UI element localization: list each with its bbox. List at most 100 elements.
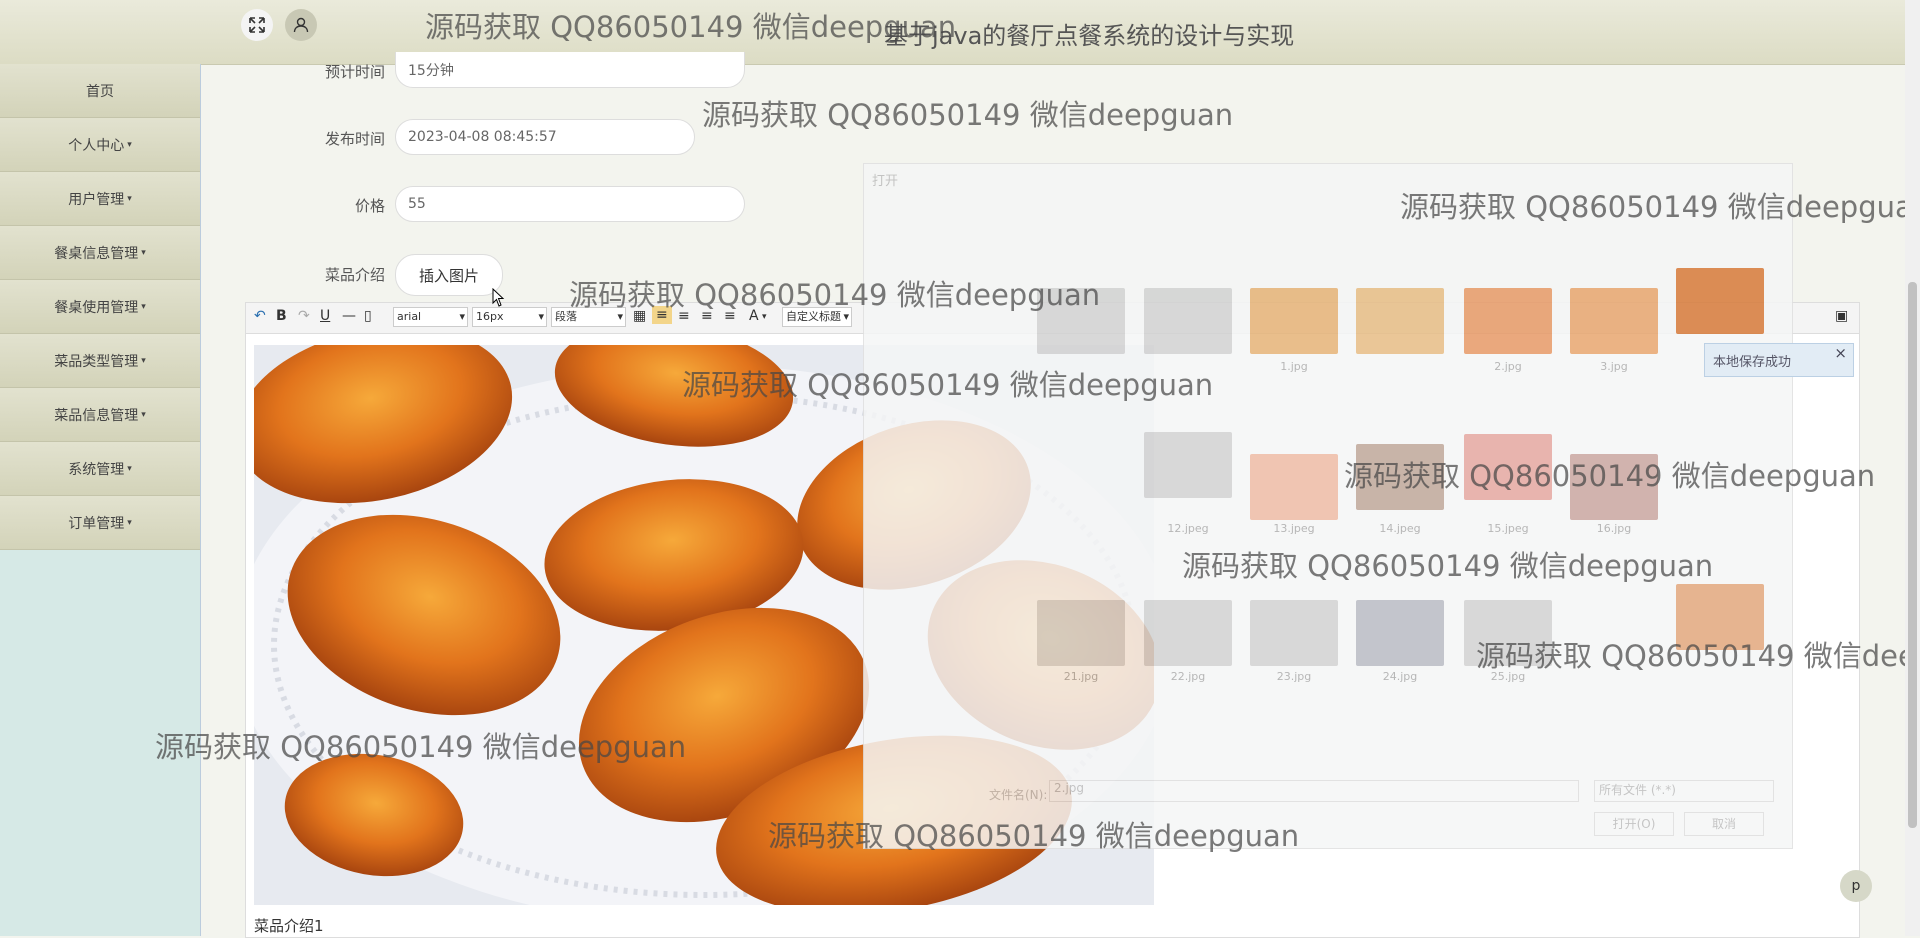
redo-icon[interactable]: ↷ (298, 308, 310, 324)
chevron-down-icon: ▾ (538, 310, 544, 323)
sidebar-item-personal-center[interactable]: 个人中心 ▾ (0, 118, 200, 172)
sidebar-item-label: 菜品信息管理 (54, 407, 139, 424)
intro-label: 菜品介绍 (324, 266, 385, 284)
file-name: 24.jpg (1382, 670, 1418, 683)
align-left-icon[interactable]: ≡ (652, 306, 672, 324)
chevron-down-icon: ▾ (617, 310, 623, 323)
sidebar-item-home[interactable]: 首页 (0, 64, 200, 118)
caret-down-icon: ▾ (141, 355, 146, 366)
table-icon[interactable]: ▦ (633, 308, 646, 324)
horizontal-rule-icon[interactable]: — (342, 308, 356, 324)
file-thumbnail[interactable] (1356, 600, 1444, 666)
bold-icon[interactable]: B (276, 308, 287, 324)
file-thumbnail[interactable] (1676, 268, 1764, 334)
file-name: 3.jpg (1600, 360, 1628, 373)
sidebar-item-label: 系统管理 (68, 461, 125, 478)
file-thumbnail[interactable] (1356, 444, 1444, 510)
caret-down-icon: ▾ (127, 517, 132, 528)
chevron-down-icon: ▾ (459, 310, 465, 323)
filetype-select[interactable]: 所有文件 (*.*) (1594, 780, 1774, 802)
filename-label: 文件名(N): (989, 788, 1048, 802)
sidebar-item-dish-type[interactable]: 菜品类型管理 ▾ (0, 334, 200, 388)
price-label: 价格 (354, 197, 385, 215)
sidebar-item-orders[interactable]: 订单管理 ▾ (0, 496, 200, 550)
expand-icon[interactable] (241, 9, 273, 41)
custom-heading-select[interactable]: 自定义标题 ▾ (782, 307, 852, 327)
file-name: 25.jpg (1490, 670, 1526, 683)
font-size-value: 16px (476, 310, 504, 323)
file-name: 22.jpg (1170, 670, 1206, 683)
filename-input[interactable]: 2.jpg (1049, 780, 1579, 802)
sidebar-item-table-usage[interactable]: 餐桌使用管理 ▾ (0, 280, 200, 334)
file-thumbnail[interactable] (1250, 454, 1338, 520)
file-thumbnail[interactable] (1144, 600, 1232, 666)
estimated-time-input[interactable]: 15分钟 (395, 52, 745, 88)
user-icon[interactable] (285, 9, 317, 41)
back-to-top-button[interactable]: p (1840, 870, 1872, 902)
file-thumbnail[interactable] (1037, 600, 1125, 666)
undo-icon[interactable]: ↶ (254, 308, 266, 324)
font-family-value: arial (397, 310, 422, 323)
document-icon[interactable]: ▯ (364, 308, 372, 324)
open-button[interactable]: 打开(O) (1594, 812, 1674, 836)
file-thumbnail[interactable] (1464, 288, 1552, 354)
app-title: 基于java的餐厅点餐系统的设计与实现 (884, 22, 1295, 50)
file-thumbnail[interactable] (1356, 288, 1444, 354)
underline-icon[interactable]: U (320, 308, 330, 324)
file-name: 13.jpeg (1273, 522, 1315, 535)
paragraph-value: 段落 (555, 310, 577, 323)
justify-icon[interactable]: ≡ (724, 308, 736, 324)
top-bar: 基于java的餐厅点餐系统的设计与实现 (0, 0, 1905, 65)
chevron-down-icon: ▾ (843, 310, 849, 323)
align-center-icon[interactable]: ≡ (678, 308, 690, 324)
file-thumbnail[interactable] (1250, 288, 1338, 354)
sidebar-item-label: 用户管理 (68, 191, 125, 208)
sidebar-item-dish-info[interactable]: 菜品信息管理 ▾ (0, 388, 200, 442)
file-thumbnail[interactable] (1250, 600, 1338, 666)
sidebar-item-table-info[interactable]: 餐桌信息管理 ▾ (0, 226, 200, 280)
file-thumbnail[interactable] (1570, 288, 1658, 354)
file-thumbnail[interactable] (1570, 454, 1658, 520)
mouse-cursor-icon (492, 288, 505, 307)
scrollbar-thumb[interactable] (1908, 282, 1917, 828)
insert-image-button[interactable]: 插入图片 (395, 254, 503, 296)
font-family-select[interactable]: arial ▾ (393, 307, 468, 327)
align-right-icon[interactable]: ≡ (701, 308, 713, 324)
file-thumbnail[interactable] (1464, 434, 1552, 500)
file-thumbnail[interactable] (1144, 432, 1232, 498)
font-color-icon[interactable]: A (749, 308, 759, 324)
caret-down-icon: ▾ (141, 409, 146, 420)
dialog-title: 打开 (872, 174, 899, 189)
sidebar-item-system[interactable]: 系统管理 ▾ (0, 442, 200, 496)
caret-down-icon: ▾ (127, 139, 132, 150)
sidebar-item-user-management[interactable]: 用户管理 ▾ (0, 172, 200, 226)
sidebar: 首页 个人中心 ▾ 用户管理 ▾ 餐桌信息管理 ▾ 餐桌使用管理 ▾ 菜品类型管理 ▾ 菜… (0, 64, 201, 936)
file-thumbnail[interactable] (1464, 600, 1552, 666)
editor-caption: 菜品介绍1 (254, 917, 324, 935)
sidebar-item-label: 菜品类型管理 (54, 353, 139, 370)
close-icon[interactable]: × (1834, 344, 1847, 362)
file-name: 14.jpeg (1379, 522, 1421, 535)
caret-down-icon: ▾ (141, 301, 146, 312)
file-name: 21.jpg (1063, 670, 1099, 683)
sidebar-item-label: 个人中心 (68, 137, 125, 154)
cancel-button[interactable]: 取消 (1684, 812, 1764, 836)
fullscreen-icon[interactable]: ▣ (1835, 308, 1848, 324)
sidebar-item-label: 首页 (86, 83, 114, 100)
file-name: 15.jpeg (1487, 522, 1529, 535)
chevron-down-icon[interactable]: ▾ (762, 312, 767, 322)
publish-time-label: 发布时间 (324, 130, 385, 148)
file-thumbnail[interactable] (1676, 584, 1764, 650)
file-thumbnail[interactable] (1037, 288, 1125, 354)
file-name: 16.jpg (1596, 522, 1632, 535)
page-scrollbar[interactable] (1905, 0, 1920, 936)
price-input[interactable]: 55 (395, 186, 745, 222)
sidebar-item-label: 餐桌使用管理 (54, 299, 139, 316)
font-size-select[interactable]: 16px ▾ (472, 307, 547, 327)
publish-time-input[interactable]: 2023-04-08 08:45:57 (395, 119, 695, 155)
file-thumbnail[interactable] (1144, 288, 1232, 354)
file-name: 12.jpeg (1167, 522, 1209, 535)
sidebar-item-label: 餐桌信息管理 (54, 245, 139, 262)
caret-down-icon: ▾ (141, 247, 146, 258)
paragraph-select[interactable]: 段落 ▾ (551, 307, 626, 327)
